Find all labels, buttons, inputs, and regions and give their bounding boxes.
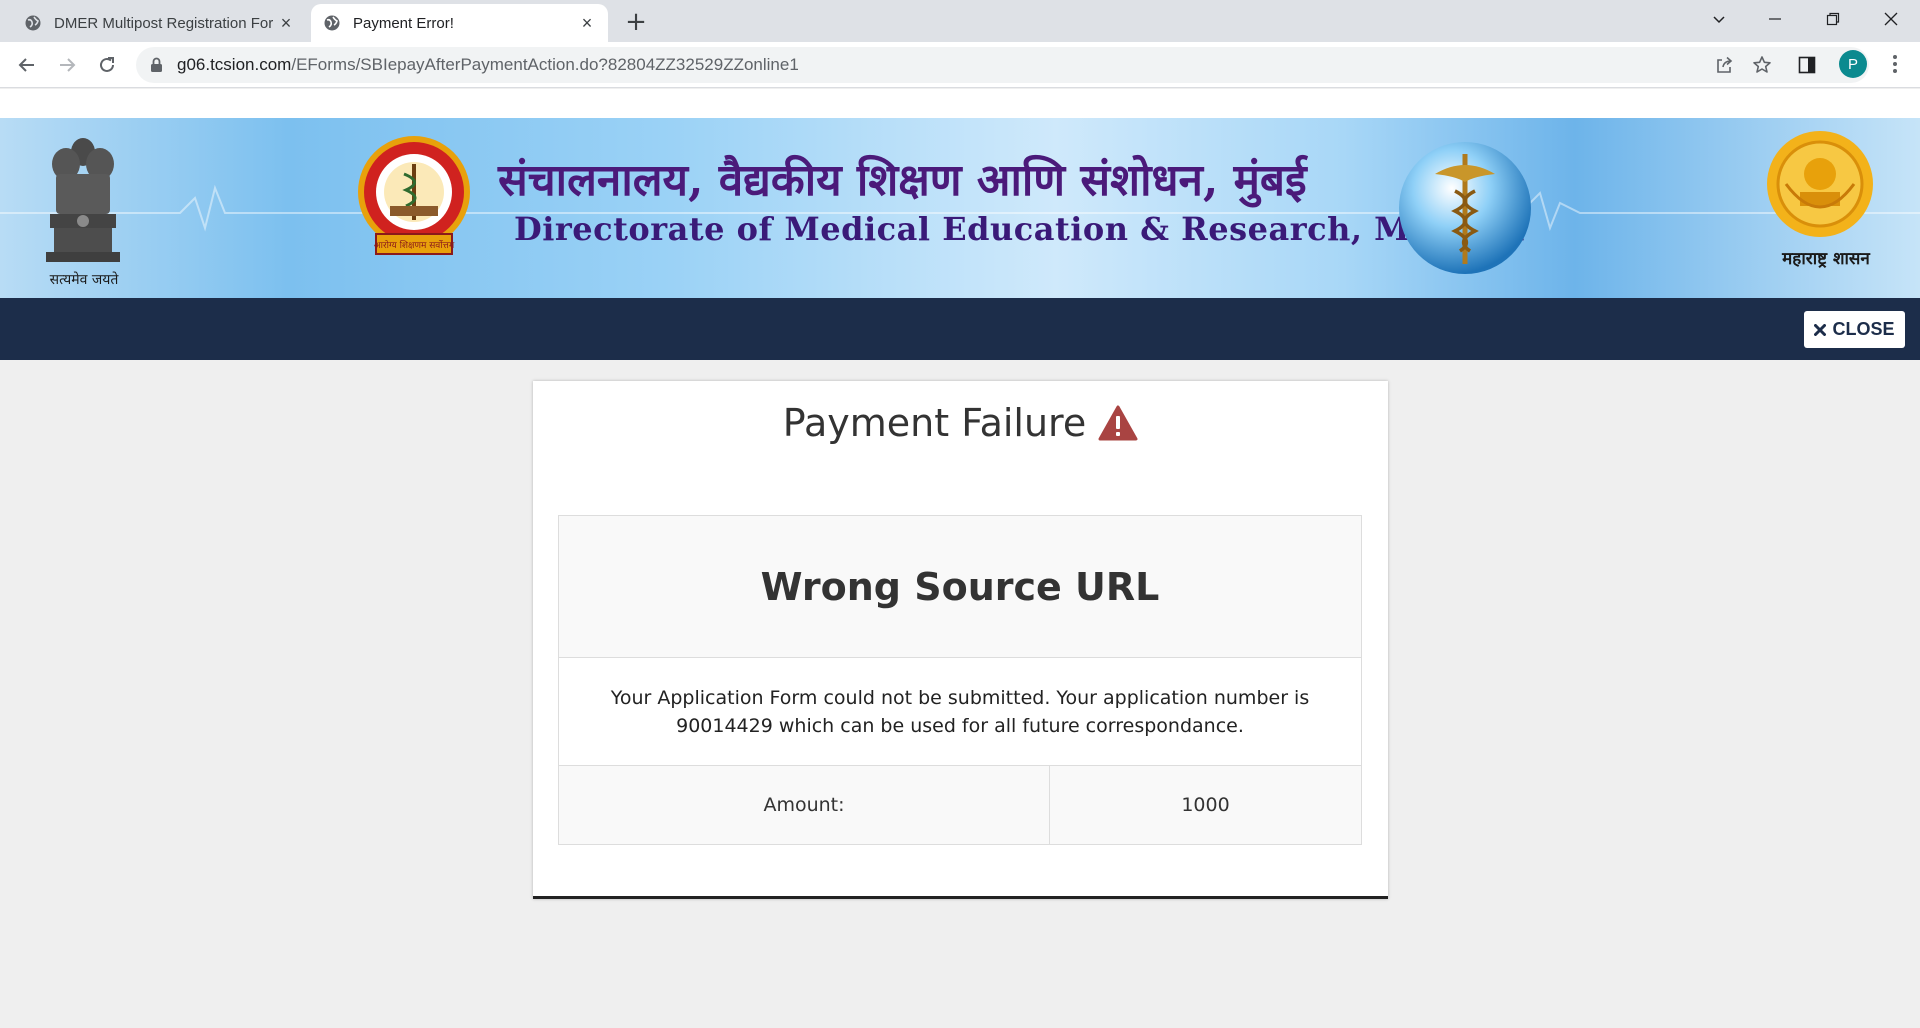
new-tab-button[interactable]: + (622, 7, 650, 37)
browser-tab-dmer[interactable]: DMER Multipost Registration For × (12, 4, 307, 42)
error-message: Your Application Form could not be submi… (559, 658, 1361, 766)
lock-icon[interactable] (150, 57, 163, 73)
browser-tab-payment-error[interactable]: Payment Error! × (311, 4, 608, 42)
payment-failure-heading: Payment Failure (782, 401, 1087, 445)
close-button[interactable]: CLOSE (1804, 311, 1905, 348)
close-button-label: CLOSE (1832, 319, 1895, 339)
url-text[interactable]: g06.tcsion.com/EForms/SBIepayAfterPaymen… (177, 55, 799, 75)
address-bar[interactable]: g06.tcsion.com/EForms/SBIepayAfterPaymen… (136, 47, 1869, 83)
profile-avatar[interactable]: P (1839, 50, 1867, 78)
amount-value: 1000 (1181, 794, 1230, 816)
restore-window-button[interactable] (1810, 0, 1856, 38)
close-x-icon (1814, 323, 1827, 336)
tab-search-chevron-icon[interactable] (1696, 0, 1742, 38)
payment-result-card: Payment Failure Wrong Source URL Your Ap… (533, 381, 1388, 899)
browser-tab-strip: DMER Multipost Registration For × Paymen… (0, 0, 1920, 42)
close-tab-icon[interactable]: × (277, 13, 295, 33)
tab-title: DMER Multipost Registration For (54, 14, 274, 32)
bookmark-star-icon[interactable] (1750, 53, 1774, 77)
page-title: Payment Failure (533, 401, 1388, 445)
warning-triangle-icon (1098, 405, 1138, 441)
url-path: /EForms/SBIepayAfterPaymentAction.do?828… (291, 55, 799, 74)
back-arrow-icon[interactable] (11, 49, 43, 81)
payment-details-table: Wrong Source URL Your Application Form c… (558, 515, 1362, 845)
banner-title-marathi: संचालनालय, वैद्यकीय शिक्षण आणि संशोधन, म… (498, 155, 1307, 206)
amount-label: Amount: (559, 766, 1050, 844)
more-menu-icon[interactable] (1883, 52, 1907, 76)
caduceus-globe-icon (1399, 142, 1531, 274)
close-window-button[interactable] (1868, 0, 1914, 38)
close-tab-icon[interactable]: × (578, 13, 596, 33)
header-banner: सत्यमेव जयते आरोग्य शिक्षणम सर्वोत्तम सं… (0, 118, 1920, 298)
emblem-caption: सत्यमेव जयते (49, 272, 119, 288)
top-navbar: CLOSE (0, 298, 1920, 360)
table-row: Amount: 1000 (559, 766, 1361, 844)
url-host: g06.tcsion.com (177, 55, 292, 74)
forward-arrow-icon[interactable] (51, 49, 83, 81)
logo-ribbon-text: आरोग्य शिक्षणम सर्वोत्तम (374, 239, 455, 251)
globe-icon (25, 15, 41, 31)
side-panel-icon[interactable] (1798, 56, 1816, 74)
minimize-window-button[interactable] (1752, 0, 1798, 38)
web-page: सत्यमेव जयते आरोग्य शिक्षणम सर्वोत्तम सं… (0, 89, 1920, 1028)
state-caption: महाराष्ट्र शासन (1782, 249, 1870, 269)
national-emblem-icon (46, 138, 120, 262)
banner-title-english: Directorate of Medical Education & Resea… (514, 210, 1525, 248)
globe-icon (324, 15, 340, 31)
page-top-strip (0, 89, 1920, 118)
tab-title: Payment Error! (353, 14, 454, 32)
error-title: Wrong Source URL (559, 516, 1361, 658)
browser-toolbar: g06.tcsion.com/EForms/SBIepayAfterPaymen… (0, 42, 1920, 88)
share-icon[interactable] (1712, 53, 1736, 77)
maharashtra-seal-icon (1767, 131, 1873, 237)
dmer-logo-icon: आरोग्य शिक्षणम सर्वोत्तम (358, 136, 470, 255)
reload-icon[interactable] (91, 49, 123, 81)
